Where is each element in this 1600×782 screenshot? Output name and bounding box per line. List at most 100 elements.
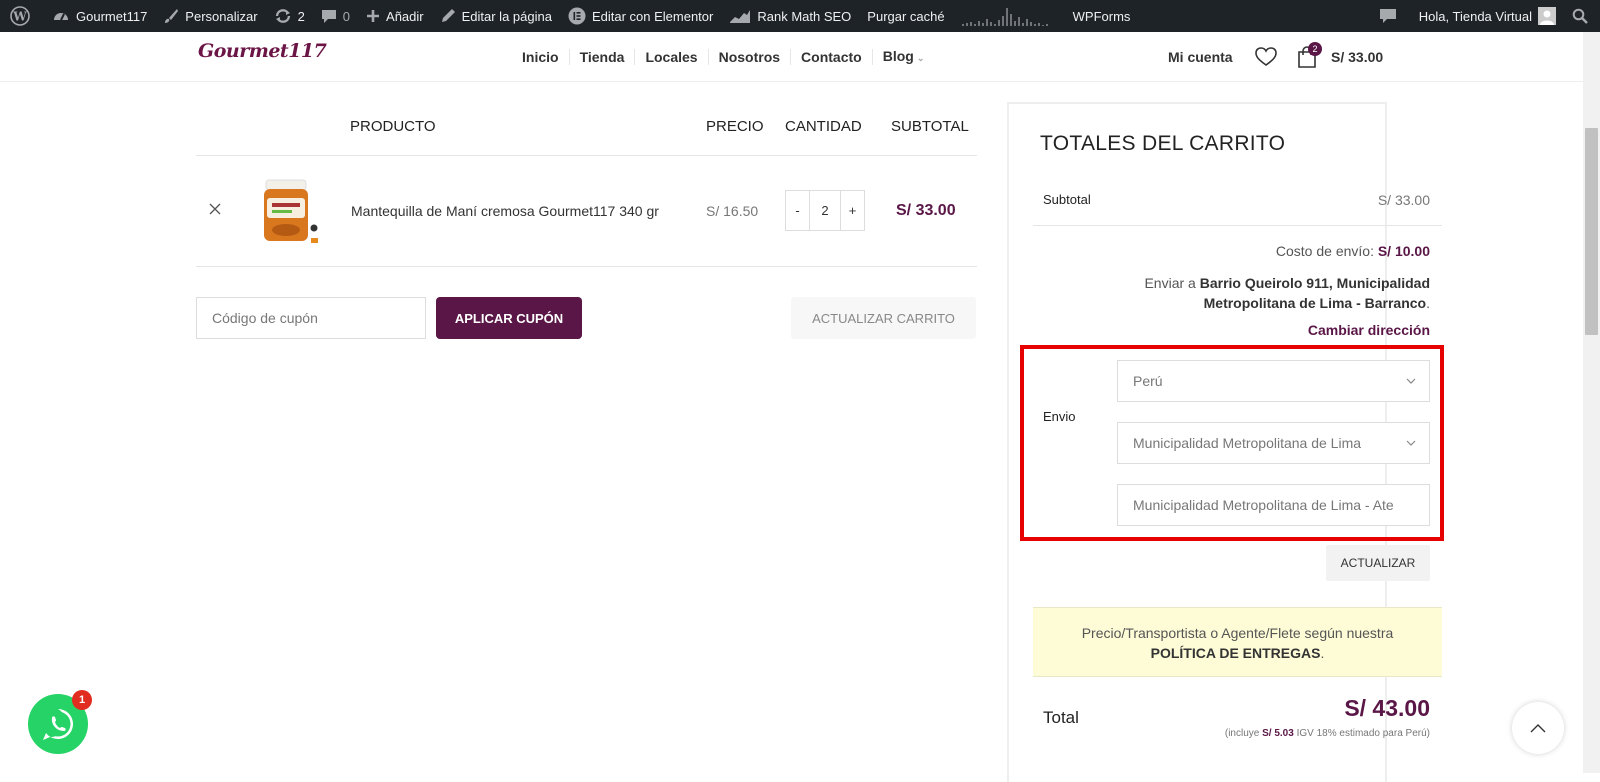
cart-count-badge: 2	[1308, 42, 1322, 56]
scroll-to-top-button[interactable]	[1512, 702, 1564, 754]
update-cart-button[interactable]: ACTUALIZAR CARRITO	[791, 297, 976, 339]
pencil-icon	[441, 9, 455, 22]
plus-icon	[367, 10, 380, 22]
shipping-cost-value: S/ 10.00	[1377, 243, 1430, 259]
dashboard-icon	[54, 13, 68, 21]
header-product: PRODUCTO	[350, 118, 436, 135]
site-logo[interactable]: Gourmet117	[198, 40, 327, 62]
admin-wpforms-link[interactable]: WPForms	[1065, 0, 1139, 32]
admin-updates-link[interactable]: 2	[266, 0, 313, 32]
admin-bar: W Gourmet117 Personalizar 2 0 Añadir Edi…	[0, 0, 1600, 32]
apply-coupon-button[interactable]: APLICAR CUPÓN	[436, 297, 582, 339]
brush-icon	[165, 9, 179, 23]
search-icon	[1572, 8, 1588, 24]
header-quantity: CANTIDAD	[785, 118, 862, 135]
subtotal-divider	[1033, 225, 1442, 226]
admin-account-link[interactable]: Hola, Tienda Virtual	[1411, 0, 1564, 32]
delivery-policy-notice: Precio/Transportista o Agente/Flete segú…	[1033, 607, 1442, 677]
subtotal-label: Subtotal	[1043, 192, 1091, 207]
updates-count: 2	[297, 8, 305, 24]
rank-math-icon	[730, 10, 751, 23]
tax-value: S/ 5.03	[1262, 728, 1294, 739]
wpforms-label: WPForms	[1072, 8, 1131, 24]
remove-item-button[interactable]	[208, 202, 222, 216]
nav-blog-label: Blog	[882, 48, 914, 64]
comment-icon	[321, 10, 336, 23]
elementor-icon	[568, 7, 586, 25]
purge-cache-label: Purgar caché	[867, 8, 945, 24]
ship-to-prefix: Enviar a	[1144, 275, 1196, 291]
total-label: Total	[1043, 708, 1079, 727]
admin-purge-cache-link[interactable]: Purgar caché	[859, 0, 952, 32]
tax-suffix: IGV 18% estimado para Perú)	[1296, 728, 1430, 739]
admin-rank-math-link[interactable]: Rank Math SEO	[721, 0, 859, 32]
chevron-down-icon: ⌄	[916, 53, 925, 63]
whatsapp-icon	[43, 709, 73, 740]
tax-note: (incluye S/ 5.03 IGV 18% estimado para P…	[1225, 728, 1430, 739]
tax-prefix: (incluye	[1224, 728, 1260, 739]
quantity-increase-button[interactable]: +	[841, 191, 864, 230]
admin-elementor-link[interactable]: Editar con Elementor	[560, 0, 721, 32]
admin-stats-sparkline[interactable]	[953, 0, 1065, 32]
my-account-label: Mi cuenta	[1168, 49, 1233, 65]
rank-math-label: Rank Math SEO	[757, 8, 852, 24]
heart-icon	[1255, 47, 1277, 66]
nav-item-nosotros[interactable]: Nosotros	[709, 49, 792, 65]
add-new-label: Añadir	[386, 8, 424, 24]
subtotal-value: S/ 33.00	[1377, 192, 1430, 208]
notification-icon	[1379, 9, 1396, 23]
coupon-input[interactable]: Código de cupón	[196, 297, 426, 339]
elementor-label: Editar con Elementor	[591, 8, 714, 24]
nav-item-locales[interactable]: Locales	[635, 49, 709, 65]
cart-total: S/ 33.00	[1331, 49, 1384, 65]
greeting-label: Hola, Tienda Virtual	[1418, 8, 1532, 24]
admin-customize-link[interactable]: Personalizar	[155, 0, 265, 32]
cart-button[interactable]: S/ 33.00	[1297, 32, 1383, 82]
my-account-link[interactable]: Mi cuenta	[1168, 32, 1233, 82]
header-price: PRECIO	[706, 118, 764, 135]
update-shipping-button[interactable]: ACTUALIZAR	[1326, 545, 1430, 581]
chevron-up-icon	[1530, 724, 1546, 733]
customize-label: Personalizar	[185, 8, 258, 24]
scrollbar-thumb[interactable]	[1585, 128, 1598, 335]
total-value: S/ 43.00	[1344, 695, 1430, 721]
admin-site-link[interactable]: Gourmet117	[44, 0, 155, 32]
sparkline-icon	[962, 8, 1048, 26]
main-nav: Inicio Tienda Locales Nosotros Contacto …	[512, 32, 934, 82]
admin-edit-page-link[interactable]: Editar la página	[432, 0, 560, 32]
admin-comments-link[interactable]: 0	[313, 0, 358, 32]
change-address-link[interactable]: Cambiar dirección	[1308, 322, 1430, 338]
site-name: Gourmet117	[76, 8, 148, 24]
ship-to-address: Enviar a Barrio Queirolo 911, Municipali…	[1144, 275, 1430, 311]
header-subtotal: SUBTOTAL	[891, 118, 969, 135]
nav-item-contacto[interactable]: Contacto	[791, 49, 873, 65]
admin-search-button[interactable]	[1564, 0, 1600, 32]
cart-totals-title: TOTALES DEL CARRITO	[1040, 132, 1286, 155]
ship-to-line2: Metropolitana de Lima - Barranco	[1203, 295, 1427, 311]
quantity-stepper: - 2 +	[785, 190, 865, 231]
nav-item-blog[interactable]: Blog ⌄	[873, 48, 935, 66]
updates-icon	[275, 9, 290, 23]
wordpress-logo-icon[interactable]: W	[0, 0, 44, 32]
whatsapp-notification-badge: 1	[72, 690, 92, 710]
ship-to-line1: Barrio Queirolo 911, Municipalidad	[1199, 275, 1430, 291]
avatar-icon	[1538, 7, 1556, 25]
svg-text:W: W	[12, 10, 27, 24]
delivery-policy-link[interactable]: POLÍTICA DE ENTREGAS	[1151, 645, 1321, 661]
edit-page-label: Editar la página	[461, 8, 552, 24]
wishlist-button[interactable]	[1255, 32, 1277, 82]
admin-add-new-link[interactable]: Añadir	[358, 0, 432, 32]
quantity-input[interactable]: 2	[809, 191, 841, 230]
site-header: Gourmet117 Inicio Tienda Locales Nosotro…	[0, 32, 1600, 82]
nav-item-inicio[interactable]: Inicio	[512, 49, 570, 65]
comments-count: 0	[342, 8, 351, 24]
admin-notifications-link[interactable]	[1371, 0, 1411, 32]
highlight-box	[1020, 345, 1444, 541]
nav-item-tienda[interactable]: Tienda	[570, 49, 636, 65]
quantity-decrease-button[interactable]: -	[786, 191, 809, 230]
table-header-divider	[196, 155, 977, 156]
product-thumbnail[interactable]	[250, 176, 320, 252]
product-name-link[interactable]: Mantequilla de Maní cremosa Gourmet117 3…	[351, 203, 659, 219]
shipping-cost-label: Costo de envío:	[1275, 243, 1374, 259]
notice-text: Precio/Transportista o Agente/Flete segú…	[1081, 625, 1394, 641]
